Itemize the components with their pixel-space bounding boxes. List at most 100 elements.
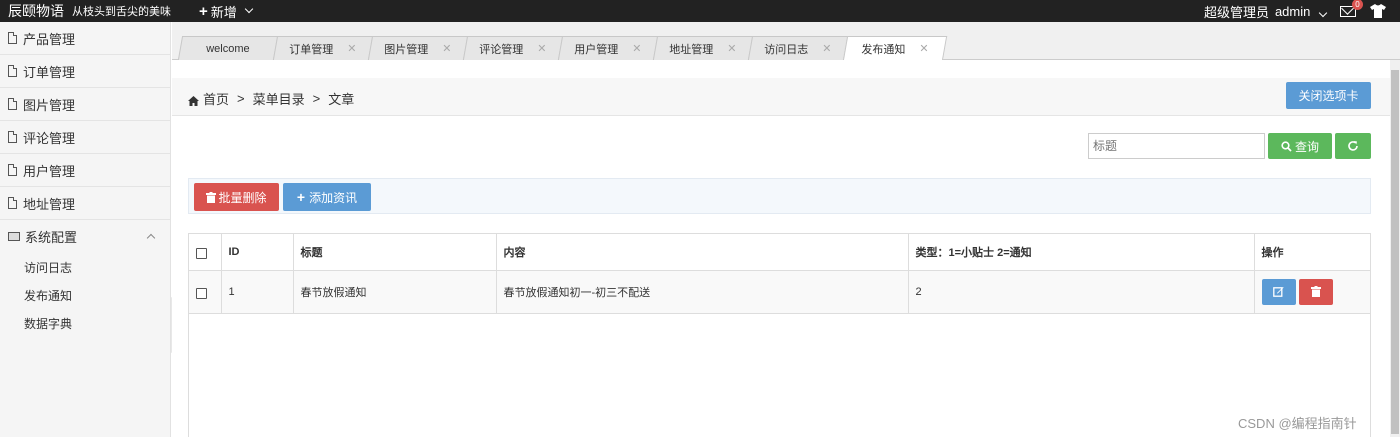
tab-close-icon[interactable]: ✕	[632, 42, 641, 55]
sidebar-item-users[interactable]: 用户管理	[0, 154, 170, 187]
column-header-id: ID	[221, 234, 294, 271]
sidebar-item-products[interactable]: 产品管理	[0, 22, 170, 55]
tab-label: 用户管理	[574, 43, 619, 56]
trash-icon	[1310, 286, 1321, 297]
sidebar-subitem-access-log[interactable]: 访问日志	[0, 253, 170, 281]
tab-label: 图片管理	[384, 43, 429, 56]
close-tabs-button[interactable]: 关闭选项卡	[1286, 82, 1371, 109]
tab-publish-notice[interactable]: 发布通知 ✕	[842, 36, 948, 61]
new-label: 新增	[210, 4, 237, 20]
tab-label: 访问日志	[764, 43, 809, 56]
table-header-row: ID 标题 内容 类型：1=小贴士 2=通知 操作	[189, 234, 1370, 271]
tab-orders[interactable]: 订单管理 ✕	[272, 36, 374, 60]
chevron-up-icon	[146, 233, 156, 243]
trash-icon	[206, 191, 217, 203]
tab-close-icon[interactable]: ✕	[919, 42, 928, 55]
search-icon	[1281, 140, 1292, 152]
cell-content: 春节放假通知初一-初三不配送	[496, 270, 909, 314]
new-dropdown-button[interactable]: + 新增	[199, 2, 254, 21]
edit-icon	[1273, 287, 1284, 297]
sidebar-subitem-dictionary[interactable]: 数据字典	[0, 309, 170, 337]
tab-label: 评论管理	[479, 43, 524, 56]
select-all-cell	[189, 234, 222, 271]
sidebar-group-system-config[interactable]: 系统配置	[0, 220, 170, 253]
brand-slogan: 从枝头到舌尖的美味	[72, 6, 171, 18]
mail-badge: 0	[1352, 0, 1363, 10]
tab-access-log[interactable]: 访问日志 ✕	[747, 36, 849, 60]
sidebar-group-label: 系统配置	[25, 230, 78, 245]
add-article-button[interactable]: + 添加资讯	[283, 183, 371, 211]
tab-users[interactable]: 用户管理 ✕	[557, 36, 659, 60]
column-header-content: 内容	[496, 234, 909, 271]
search-button-label: 查询	[1294, 139, 1319, 154]
watermark: CSDN @编程指南针	[1238, 416, 1357, 431]
delete-button[interactable]	[1298, 278, 1333, 305]
skin-shirt-icon[interactable]	[1370, 4, 1386, 18]
mail-icon[interactable]: 0	[1340, 0, 1363, 17]
breadcrumb-level1[interactable]: 菜单目录	[253, 89, 305, 108]
tab-close-icon[interactable]: ✕	[347, 42, 356, 55]
top-navbar: 辰颐物语 从枝头到舌尖的美味 + 新增 超级管理员 admin 0	[0, 0, 1400, 22]
tab-welcome[interactable]: welcome	[177, 36, 279, 60]
breadcrumb-home[interactable]: 首页	[203, 89, 229, 108]
user-menu[interactable]: admin	[1274, 3, 1328, 19]
config-icon	[8, 232, 20, 241]
tab-label: 地址管理	[669, 43, 714, 56]
add-article-label: 添加资讯	[309, 190, 358, 205]
sidebar-item-comments[interactable]: 评论管理	[0, 121, 170, 154]
breadcrumb-bar: 首页 > 菜单目录 > 文章 关闭选项卡	[172, 78, 1390, 116]
sidebar-item-label: 用户管理	[23, 163, 76, 179]
select-all-checkbox[interactable]	[196, 248, 207, 260]
tab-label: 订单管理	[289, 43, 334, 56]
sidebar: 产品管理 订单管理 图片管理 评论管理 用户管理 地址管理 系统配置 访问日志 …	[0, 22, 171, 437]
sidebar-subitem-publish-notice[interactable]: 发布通知	[0, 281, 170, 309]
tab-addresses[interactable]: 地址管理 ✕	[652, 36, 754, 60]
data-table: ID 标题 内容 类型：1=小贴士 2=通知 操作 1 春节放假通知 春节放假通…	[188, 233, 1371, 437]
chevron-down-icon	[244, 4, 254, 14]
scrollbar-thumb[interactable]	[1391, 70, 1399, 434]
sidebar-item-label: 订单管理	[23, 64, 76, 80]
file-icon	[8, 131, 17, 143]
tab-comments[interactable]: 评论管理 ✕	[462, 36, 564, 60]
vertical-scrollbar[interactable]	[1390, 60, 1400, 437]
tab-close-icon[interactable]: ✕	[442, 42, 451, 55]
sidebar-item-images[interactable]: 图片管理	[0, 88, 170, 121]
sidebar-item-addresses[interactable]: 地址管理	[0, 187, 170, 220]
title-search-input[interactable]	[1088, 133, 1265, 159]
user-role: 超级管理员	[1203, 4, 1269, 20]
top-right-area: 超级管理员 admin 0	[1204, 0, 1400, 22]
plus-icon: +	[199, 2, 208, 20]
batch-delete-label: 批量删除	[218, 190, 267, 205]
tab-close-icon[interactable]: ✕	[537, 42, 546, 55]
main-content: 首页 > 菜单目录 > 文章 关闭选项卡 查询 批量删除 + 添加资讯	[172, 60, 1390, 437]
refresh-button[interactable]	[1335, 133, 1371, 159]
breadcrumb-level2: 文章	[328, 92, 355, 107]
batch-delete-button[interactable]: 批量删除	[194, 183, 279, 211]
breadcrumb-separator: >	[312, 91, 321, 106]
sidebar-item-label: 地址管理	[23, 196, 76, 212]
cell-title: 春节放假通知	[293, 270, 497, 314]
column-header-type: 类型：1=小贴士 2=通知	[908, 234, 1255, 271]
file-icon	[8, 98, 17, 110]
cell-actions	[1254, 270, 1370, 314]
tab-images[interactable]: 图片管理 ✕	[367, 36, 469, 60]
username: admin	[1274, 3, 1311, 19]
action-bar: 批量删除 + 添加资讯	[188, 178, 1371, 214]
tab-close-icon[interactable]: ✕	[727, 42, 736, 55]
column-header-actions: 操作	[1254, 234, 1370, 271]
tab-label: 发布通知	[861, 43, 906, 56]
tab-close-icon[interactable]: ✕	[822, 42, 831, 55]
sidebar-item-orders[interactable]: 订单管理	[0, 55, 170, 88]
table-row: 1 春节放假通知 春节放假通知初一-初三不配送 2	[189, 270, 1370, 314]
cell-id: 1	[221, 270, 294, 314]
breadcrumb-separator: >	[237, 91, 245, 106]
file-icon	[8, 65, 17, 77]
search-button[interactable]: 查询	[1268, 133, 1332, 159]
breadcrumb: 首页 > 菜单目录 > 文章	[188, 89, 354, 108]
brand-name[interactable]: 辰颐物语	[0, 1, 64, 21]
sidebar-item-label: 评论管理	[23, 130, 76, 146]
row-checkbox[interactable]	[196, 288, 207, 299]
plus-icon: +	[296, 189, 306, 205]
edit-button[interactable]	[1261, 278, 1296, 305]
file-icon	[8, 32, 17, 44]
